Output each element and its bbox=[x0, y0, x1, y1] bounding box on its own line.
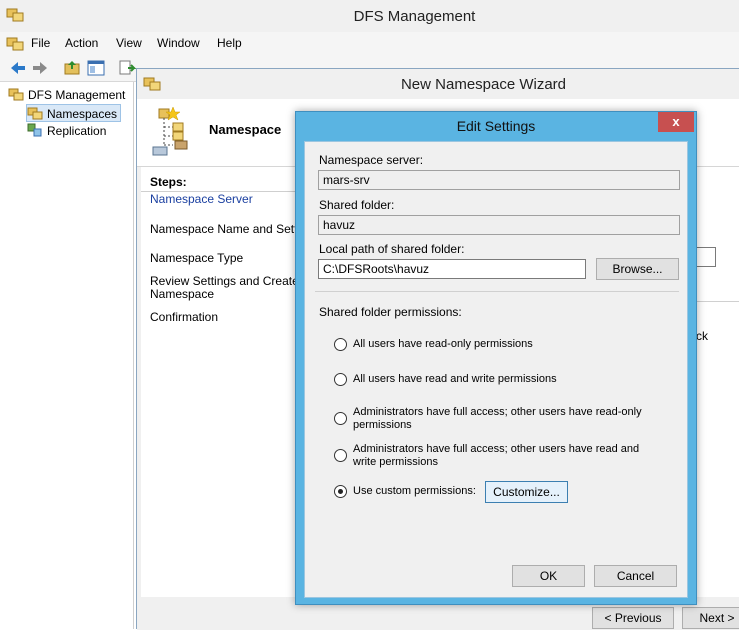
dialog-title-bar: Edit Settings bbox=[296, 112, 696, 140]
console-tree: DFS Management Namespaces Replication bbox=[0, 82, 134, 629]
menu-file[interactable]: File bbox=[31, 36, 50, 50]
menu-action[interactable]: Action bbox=[65, 36, 98, 50]
step-review-settings: Review Settings and Create Namespace bbox=[150, 274, 299, 301]
step-namespace-type: Namespace Type bbox=[150, 251, 244, 265]
content-divider bbox=[696, 301, 739, 302]
replication-icon bbox=[27, 123, 42, 137]
namespace-tree-icon bbox=[152, 106, 188, 156]
edit-settings-dialog: Edit Settings x Namespace server: mars-s… bbox=[295, 111, 697, 605]
wizard-steps-panel: Steps: Namespace Server Namespace Name a… bbox=[141, 167, 301, 630]
radio-read-only-label[interactable]: All users have read-only permissions bbox=[353, 338, 663, 351]
shared-folder-field: havuz bbox=[318, 215, 680, 235]
main-window-title: DFS Management bbox=[353, 8, 476, 25]
step-namespace-server: Namespace Server bbox=[150, 192, 253, 206]
shared-folder-label: Shared folder: bbox=[319, 198, 395, 212]
content-input-fragment[interactable] bbox=[696, 247, 716, 267]
cancel-button[interactable]: Cancel bbox=[594, 565, 677, 587]
close-icon: x bbox=[672, 114, 680, 129]
radio-admin-full-others-read[interactable] bbox=[334, 412, 347, 425]
dialog-body: Namespace server: mars-srv Shared folder… bbox=[304, 141, 688, 598]
namespace-server-field: mars-srv bbox=[318, 170, 680, 190]
tree-namespaces-label: Namespaces bbox=[47, 107, 118, 121]
mmc-app-icon bbox=[6, 37, 24, 51]
tree-replication-label: Replication bbox=[47, 124, 107, 138]
up-folder-icon[interactable] bbox=[62, 58, 82, 78]
namespace-server-label: Namespace server: bbox=[319, 153, 424, 167]
wizard-title-bar: New Namespace Wizard bbox=[137, 69, 739, 99]
menu-help[interactable]: Help bbox=[217, 36, 242, 50]
forward-arrow-icon[interactable] bbox=[30, 58, 50, 78]
steps-heading: Steps: bbox=[150, 175, 187, 189]
namespaces-icon bbox=[27, 107, 43, 120]
tree-item-replication[interactable]: Replication bbox=[27, 122, 106, 140]
tree-item-dfs-management[interactable]: DFS Management bbox=[8, 86, 125, 104]
dialog-divider bbox=[315, 291, 679, 292]
radio-admin-full-others-write-label[interactable]: Administrators have full access; other u… bbox=[353, 443, 663, 469]
radio-admin-full-others-read-label[interactable]: Administrators have full access; other u… bbox=[353, 406, 663, 432]
export-list-icon[interactable] bbox=[117, 58, 137, 78]
radio-read-write[interactable] bbox=[334, 373, 347, 386]
wizard-title: New Namespace Wizard bbox=[400, 76, 567, 93]
previous-button[interactable]: < Previous bbox=[592, 607, 674, 629]
show-hide-tree-icon[interactable] bbox=[86, 58, 106, 78]
menu-view[interactable]: View bbox=[116, 36, 142, 50]
dfs-root-icon bbox=[8, 88, 24, 101]
radio-admin-full-others-write[interactable] bbox=[334, 449, 347, 462]
permissions-label: Shared folder permissions: bbox=[319, 305, 462, 319]
content-text-fragment-2: ck bbox=[696, 329, 708, 343]
local-path-label: Local path of shared folder: bbox=[319, 242, 465, 256]
close-button[interactable]: x bbox=[658, 112, 694, 132]
local-path-input[interactable]: C:\DFSRoots\havuz bbox=[318, 259, 586, 279]
browse-button[interactable]: Browse... bbox=[596, 258, 679, 280]
customize-button[interactable]: Customize... bbox=[485, 481, 568, 503]
radio-custom-permissions[interactable] bbox=[334, 485, 347, 498]
back-arrow-icon[interactable] bbox=[8, 58, 28, 78]
radio-read-only[interactable] bbox=[334, 338, 347, 351]
wizard-header-title: Namespace bbox=[209, 122, 282, 137]
radio-read-write-label[interactable]: All users have read and write permission… bbox=[353, 373, 663, 386]
menu-window[interactable]: Window bbox=[157, 36, 200, 50]
main-menu-bar: File Action View Window Help bbox=[0, 32, 739, 54]
ok-button[interactable]: OK bbox=[512, 565, 585, 587]
step-namespace-name: Namespace Name and Settings bbox=[150, 223, 300, 236]
tree-item-namespaces[interactable]: Namespaces bbox=[26, 104, 122, 122]
next-button[interactable]: Next > bbox=[682, 607, 739, 629]
dialog-title: Edit Settings bbox=[456, 118, 536, 134]
radio-custom-permissions-label[interactable]: Use custom permissions: bbox=[353, 485, 483, 498]
main-title-bar: DFS Management bbox=[0, 0, 739, 32]
tree-root-label: DFS Management bbox=[28, 88, 126, 102]
step-confirmation: Confirmation bbox=[150, 310, 219, 324]
